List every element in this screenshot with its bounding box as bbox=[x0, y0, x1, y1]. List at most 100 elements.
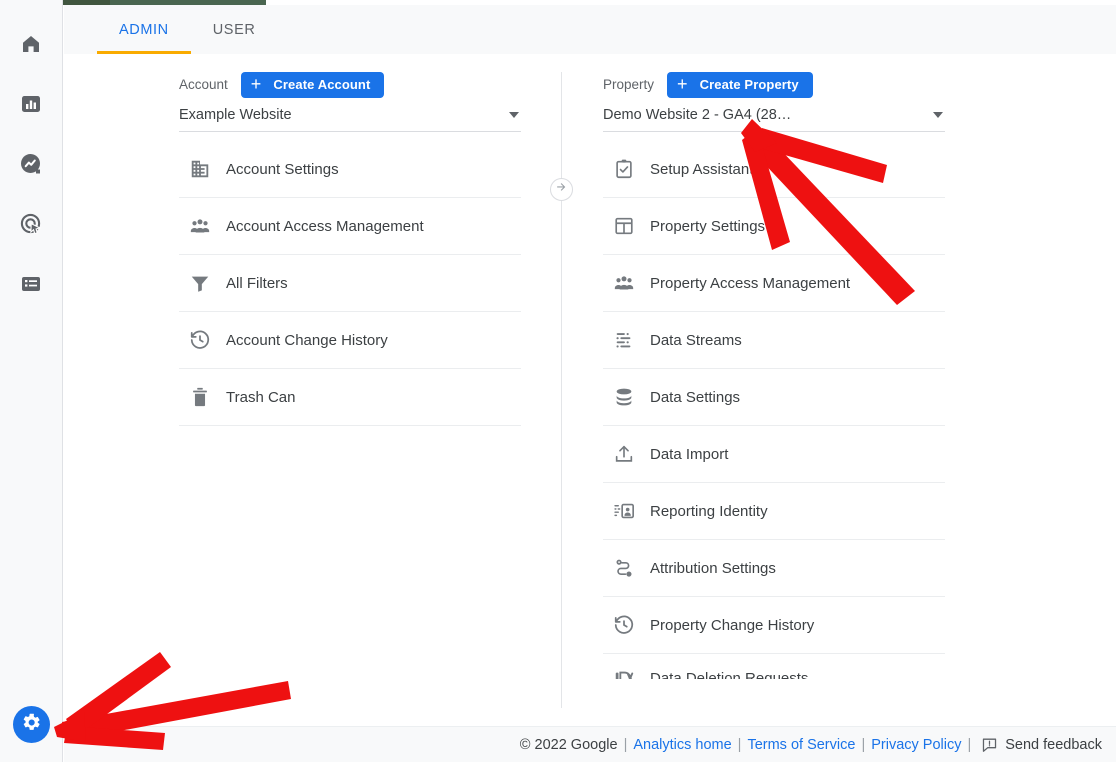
property-access-management-row[interactable]: Property Access Management bbox=[603, 255, 945, 312]
property-menu: Setup Assistant Property Settings bbox=[603, 141, 945, 679]
reporting-identity-row[interactable]: Reporting Identity bbox=[603, 483, 945, 540]
send-feedback-button[interactable]: Send feedback bbox=[981, 736, 1102, 753]
attribution-settings-label: Attribution Settings bbox=[650, 560, 776, 577]
account-change-history-label: Account Change History bbox=[226, 332, 388, 349]
trash-can-label: Trash Can bbox=[226, 389, 295, 406]
footer-separator-4: | bbox=[967, 737, 971, 753]
sidebar-item-explore[interactable] bbox=[0, 134, 62, 194]
property-column: Property + Create Property Demo Website … bbox=[603, 54, 945, 679]
property-access-management-label: Property Access Management bbox=[650, 275, 850, 292]
property-change-history-row[interactable]: Property Change History bbox=[603, 597, 945, 654]
sidebar-item-home[interactable] bbox=[0, 14, 62, 74]
account-menu: Account Settings Account Access M bbox=[179, 141, 521, 426]
ga-admin-screen: ADMIN USER Account + Create Account bbox=[0, 0, 1116, 762]
create-account-button[interactable]: + Create Account bbox=[241, 72, 385, 98]
create-property-button[interactable]: + Create Property bbox=[667, 72, 813, 98]
data-settings-row[interactable]: Data Settings bbox=[603, 369, 945, 426]
account-access-management-row[interactable]: Account Access Management bbox=[179, 198, 521, 255]
account-selector-value: Example Website bbox=[179, 107, 292, 123]
advertising-target-icon bbox=[19, 212, 43, 236]
account-change-history-row[interactable]: Account Change History bbox=[179, 312, 521, 369]
tab-user-label: USER bbox=[213, 22, 256, 38]
data-streams-label: Data Streams bbox=[650, 332, 742, 349]
create-property-label: Create Property bbox=[700, 77, 799, 92]
data-streams-row[interactable]: Data Streams bbox=[603, 312, 945, 369]
feedback-bubble-icon bbox=[981, 736, 1005, 753]
list-config-icon bbox=[19, 272, 43, 296]
data-settings-label: Data Settings bbox=[650, 389, 740, 406]
account-column: Account + Create Account Example Website bbox=[179, 54, 521, 426]
footer-separator-3: | bbox=[861, 737, 865, 753]
attribution-icon bbox=[603, 557, 650, 579]
admin-gear-button[interactable] bbox=[13, 706, 50, 743]
footer-separator-1: | bbox=[624, 737, 628, 753]
tab-admin[interactable]: ADMIN bbox=[97, 5, 191, 54]
home-icon bbox=[19, 32, 43, 56]
data-deletion-requests-label: Data Deletion Requests bbox=[650, 670, 808, 679]
people-icon bbox=[179, 215, 226, 237]
setup-assistant-label: Setup Assistant bbox=[650, 161, 753, 178]
all-filters-row[interactable]: All Filters bbox=[179, 255, 521, 312]
database-icon bbox=[603, 386, 650, 408]
account-access-management-label: Account Access Management bbox=[226, 218, 424, 235]
property-label: Property bbox=[603, 77, 654, 92]
account-selector[interactable]: Example Website bbox=[179, 99, 521, 132]
tab-admin-label: ADMIN bbox=[119, 22, 169, 38]
explore-trend-icon bbox=[19, 152, 43, 176]
footer-copyright: © 2022 Google bbox=[520, 737, 618, 753]
history-icon bbox=[603, 614, 650, 636]
data-import-label: Data Import bbox=[650, 446, 728, 463]
footer-separator-2: | bbox=[738, 737, 742, 753]
trash-icon bbox=[179, 386, 226, 408]
people-icon bbox=[603, 272, 650, 294]
footer-link-privacy-policy[interactable]: Privacy Policy bbox=[871, 737, 961, 753]
divider-arrow-button[interactable] bbox=[550, 178, 573, 201]
trash-can-row[interactable]: Trash Can bbox=[179, 369, 521, 426]
send-feedback-label: Send feedback bbox=[1005, 737, 1102, 753]
property-change-history-label: Property Change History bbox=[650, 617, 814, 634]
history-icon bbox=[179, 329, 226, 351]
setup-assistant-row[interactable]: Setup Assistant bbox=[603, 141, 945, 198]
building-icon bbox=[179, 158, 226, 180]
gear-icon bbox=[21, 712, 42, 738]
upload-icon bbox=[603, 443, 650, 465]
layout-icon bbox=[603, 215, 650, 237]
property-column-header: Property + Create Property bbox=[603, 54, 945, 95]
column-divider bbox=[561, 72, 562, 708]
property-selector[interactable]: Demo Website 2 - GA4 (28… bbox=[603, 99, 945, 132]
bar-chart-icon bbox=[19, 92, 43, 116]
identity-icon bbox=[603, 500, 650, 522]
all-filters-label: All Filters bbox=[226, 275, 288, 292]
tab-list: ADMIN USER bbox=[97, 5, 277, 54]
property-selector-value: Demo Website 2 - GA4 (28… bbox=[603, 107, 791, 123]
page-footer: © 2022 Google | Analytics home | Terms o… bbox=[64, 726, 1116, 762]
sidebar-item-reports[interactable] bbox=[0, 74, 62, 134]
account-label: Account bbox=[179, 77, 228, 92]
plus-icon: + bbox=[677, 75, 688, 93]
chevron-down-icon bbox=[933, 112, 943, 118]
footer-link-analytics-home[interactable]: Analytics home bbox=[633, 737, 731, 753]
sidebar-item-advertising[interactable] bbox=[0, 194, 62, 254]
account-column-header: Account + Create Account bbox=[179, 54, 521, 95]
account-settings-label: Account Settings bbox=[226, 161, 339, 178]
plus-icon: + bbox=[251, 75, 262, 93]
tab-user[interactable]: USER bbox=[191, 5, 278, 54]
create-account-label: Create Account bbox=[273, 77, 370, 92]
admin-tabbar: ADMIN USER bbox=[64, 5, 1116, 54]
deletion-icon bbox=[603, 668, 650, 680]
arrow-right-icon bbox=[555, 181, 568, 199]
data-streams-icon bbox=[603, 329, 650, 351]
account-settings-row[interactable]: Account Settings bbox=[179, 141, 521, 198]
clipboard-check-icon bbox=[603, 158, 650, 180]
property-settings-row[interactable]: Property Settings bbox=[603, 198, 945, 255]
property-settings-label: Property Settings bbox=[650, 218, 765, 235]
sidebar-item-configure[interactable] bbox=[0, 254, 62, 314]
attribution-settings-row[interactable]: Attribution Settings bbox=[603, 540, 945, 597]
left-nav-rail bbox=[0, 0, 63, 762]
data-deletion-requests-row[interactable]: Data Deletion Requests bbox=[603, 654, 945, 679]
footer-link-terms-of-service[interactable]: Terms of Service bbox=[747, 737, 855, 753]
data-import-row[interactable]: Data Import bbox=[603, 426, 945, 483]
chevron-down-icon bbox=[509, 112, 519, 118]
filter-icon bbox=[179, 272, 226, 294]
reporting-identity-label: Reporting Identity bbox=[650, 503, 768, 520]
